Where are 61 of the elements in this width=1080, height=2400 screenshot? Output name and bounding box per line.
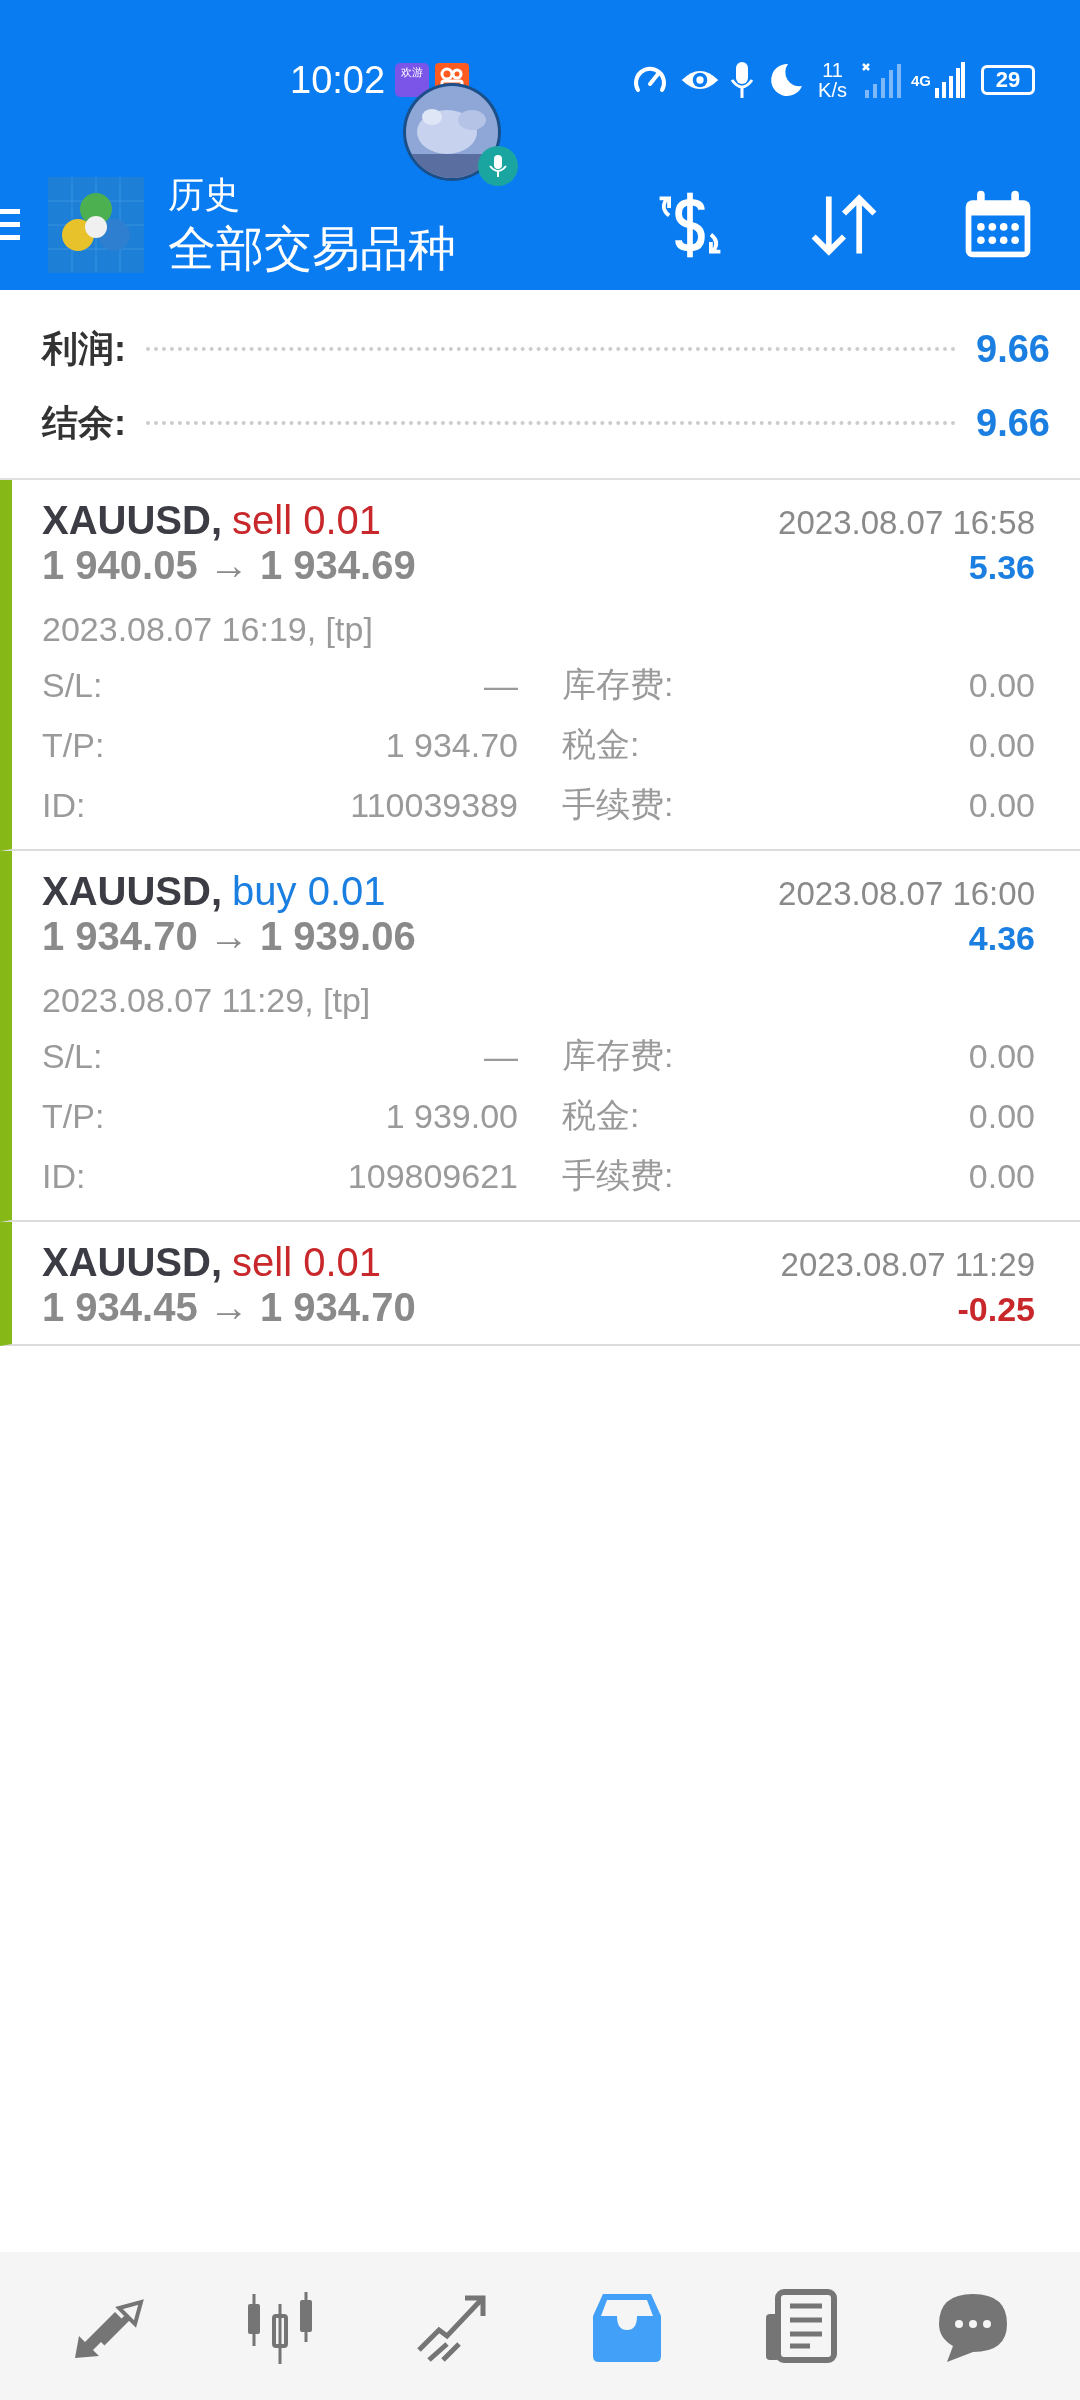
trade-profit: 5.36 [968,548,1035,587]
detail-value: 110039389 [350,785,518,825]
trade-prices: 1 934.70 → 1 939.06 [42,914,416,959]
trade-direction: buy 0.01 [232,869,386,914]
detail-label: 手续费: [562,784,674,825]
detail-value: 0.00 [968,1096,1035,1136]
battery-indicator: 29 [981,65,1035,95]
summary-label: 利润: [42,326,126,371]
trade-profit: -0.25 [957,1290,1035,1329]
signal-icon [861,60,901,100]
detail-label: T/P: [42,1096,105,1136]
trade-prices: 1 940.05 → 1 934.69 [42,543,416,588]
symbol-filter[interactable]: 全部交易品种 [168,219,456,279]
network-type: 4G [911,71,931,89]
summary-value: 9.66 [976,327,1050,371]
detail-label: 税金: [562,724,640,765]
detail-label: 库存费: [562,664,674,705]
detail-label: S/L: [42,1036,103,1076]
detail-value: 1 934.70 [385,725,518,765]
trade-profit: 4.36 [968,919,1035,958]
network-speed-unit: K/s [818,80,847,100]
detail-value: 109809621 [347,1156,518,1196]
detail-value: 0.00 [968,725,1035,765]
detail-value: 0.00 [968,785,1035,825]
detail-label: 手续费: [562,1155,674,1196]
trade-symbol: XAUUSD, [42,498,223,543]
detail-label: T/P: [42,725,105,765]
detail-label: ID: [42,785,86,825]
app-logo-icon [48,177,144,273]
screen-title: 历史 [168,173,241,217]
app-notification-icon: 欢游 [395,63,430,97]
detail-value: 0.00 [968,1036,1035,1076]
trade-symbol: XAUUSD, [42,869,223,914]
summary-label: 结余: [42,400,126,445]
detail-label: 税金: [562,1095,640,1136]
detail-label: S/L: [42,665,103,705]
detail-value: 0.00 [968,665,1035,705]
open-time: 2023.08.07 16:19, [tp] [42,610,374,649]
detail-value: — [484,1036,518,1076]
detail-value: 0.00 [968,1156,1035,1196]
close-time: 2023.08.07 16:00 [778,875,1035,913]
network-speed-value: 11 [822,60,843,80]
detail-label: ID: [42,1156,86,1196]
microphone-icon [730,60,755,100]
detail-value: — [484,665,518,705]
trade-direction: sell 0.01 [232,498,381,543]
signal-icon [935,60,965,100]
summary-value: 9.66 [976,401,1050,445]
trade-prices: 1 934.45 → 1 934.70 [42,1285,416,1330]
trade-card[interactable]: XAUUSD, sell 0.01 2023.08.07 16:58 1 940.05 → 1 934.69 5.36 2023.08.07 16:19, [tp] S/L: — 库存费: 0.00 T/P: 1 934.70 税金: 0.00 ID: 110039389 手续费: 0.00 [0,480,1080,851]
close-time: 2023.08.07 16:58 [778,504,1035,542]
microphone-badge-icon [478,146,518,186]
open-time: 2023.08.07 11:29, [tp] [42,981,372,1020]
detail-label: 库存费: [562,1035,674,1076]
trade-card[interactable]: XAUUSD, buy 0.01 2023.08.07 16:00 1 934.70 → 1 939.06 4.36 2023.08.07 11:29, [tp] S/L: — 库存费: 0.00 T/P: 1 939.00 税金: 0.00 ID: 109809621 手续费: 0.00 [0,851,1080,1222]
detail-value: 1 939.00 [385,1096,518,1136]
status-time: 10:02 [290,58,386,102]
trade-card[interactable]: XAUUSD, sell 0.01 2023.08.07 11:29 1 934.45 → 1 934.70 -0.25 [0,1222,1080,1346]
close-time: 2023.08.07 11:29 [780,1246,1035,1284]
trade-direction: sell 0.01 [232,1240,381,1285]
trade-symbol: XAUUSD, [42,1240,223,1285]
